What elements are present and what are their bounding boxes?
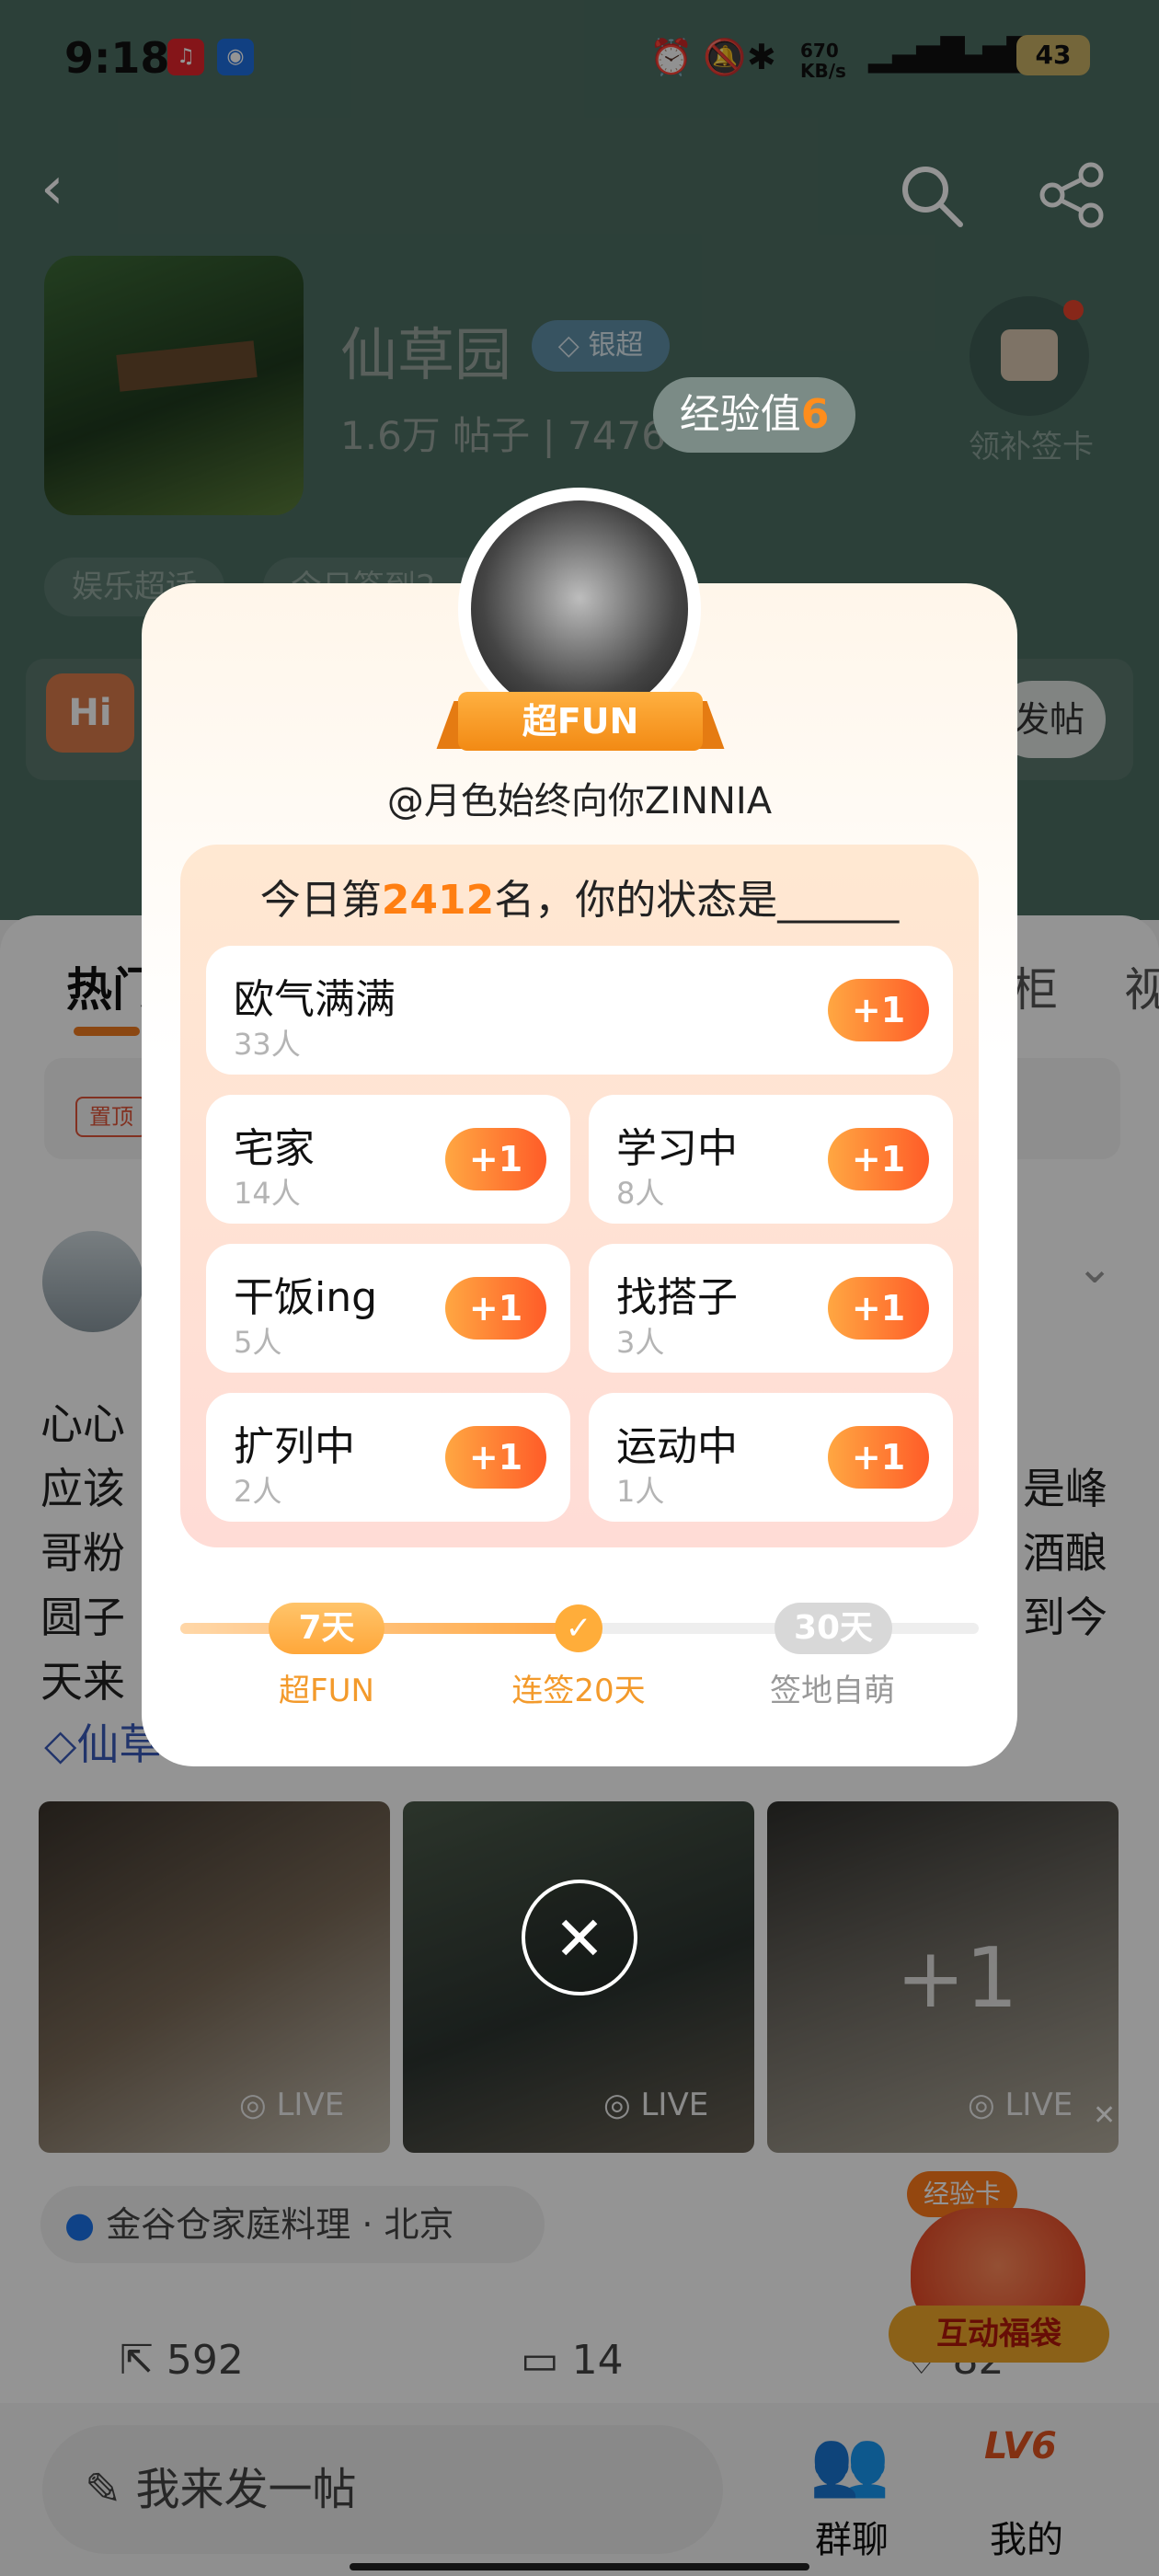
- user-avatar: [471, 500, 688, 718]
- status-count: 8人: [616, 1176, 665, 1211]
- plus-one-button[interactable]: +1: [828, 979, 929, 1041]
- username: @月色始终向你ZINNIA: [386, 780, 773, 822]
- milestone-pill: 7天: [269, 1603, 384, 1654]
- milestone-label: 签地自萌: [770, 1673, 895, 1709]
- status-count: 1人: [616, 1474, 665, 1509]
- plus-one-button[interactable]: +1: [445, 1277, 546, 1340]
- status-label: 扩列中: [234, 1423, 355, 1470]
- rank-value: 2412: [381, 877, 495, 924]
- rank-suffix: 名，你的状态是______: [494, 877, 900, 924]
- status-label: 宅家: [234, 1125, 315, 1172]
- plus-one-button[interactable]: +1: [828, 1426, 929, 1489]
- fun-badge: 超FUN: [458, 692, 703, 751]
- plus-one-button[interactable]: +1: [828, 1128, 929, 1190]
- status-label: 欧气满满: [234, 976, 396, 1023]
- exp-value: 6: [800, 391, 830, 438]
- plus-one-button[interactable]: +1: [445, 1426, 546, 1489]
- status-card[interactable]: 扩列中 2人 +1: [206, 1393, 570, 1522]
- exp-toast: 经验值6: [653, 377, 855, 453]
- status-count: 3人: [616, 1325, 665, 1360]
- status-count: 14人: [234, 1176, 301, 1211]
- milestone-label: 连签20天: [511, 1673, 646, 1709]
- rank-prefix: 今日第: [259, 877, 382, 924]
- status-card[interactable]: 干饭ing 5人 +1: [206, 1244, 570, 1373]
- status-count: 33人: [234, 1027, 301, 1062]
- status-label: 运动中: [616, 1423, 738, 1470]
- status-card[interactable]: 运动中 1人 +1: [589, 1393, 953, 1522]
- status-card[interactable]: 学习中 8人 +1: [589, 1095, 953, 1224]
- status-label: 干饭ing: [234, 1274, 378, 1321]
- status-count: 2人: [234, 1474, 282, 1509]
- checkmark-icon: ✓: [555, 1604, 602, 1652]
- rank-line: 今日第2412名，你的状态是______: [180, 867, 979, 926]
- status-count: 5人: [234, 1325, 282, 1360]
- status-card[interactable]: 找搭子 3人 +1: [589, 1244, 953, 1373]
- exp-label: 经验值: [679, 391, 801, 438]
- milestone-label: 超FUN: [279, 1673, 374, 1709]
- status-label: 找搭子: [616, 1274, 738, 1321]
- plus-one-button[interactable]: +1: [445, 1128, 546, 1190]
- close-modal-button[interactable]: ✕: [522, 1880, 637, 1995]
- plus-one-button[interactable]: +1: [828, 1277, 929, 1340]
- milestone-pill: 30天: [775, 1603, 892, 1654]
- status-card[interactable]: 宅家 14人 +1: [206, 1095, 570, 1224]
- status-label: 学习中: [616, 1125, 738, 1172]
- status-card[interactable]: 欧气满满 33人 +1: [206, 946, 953, 1075]
